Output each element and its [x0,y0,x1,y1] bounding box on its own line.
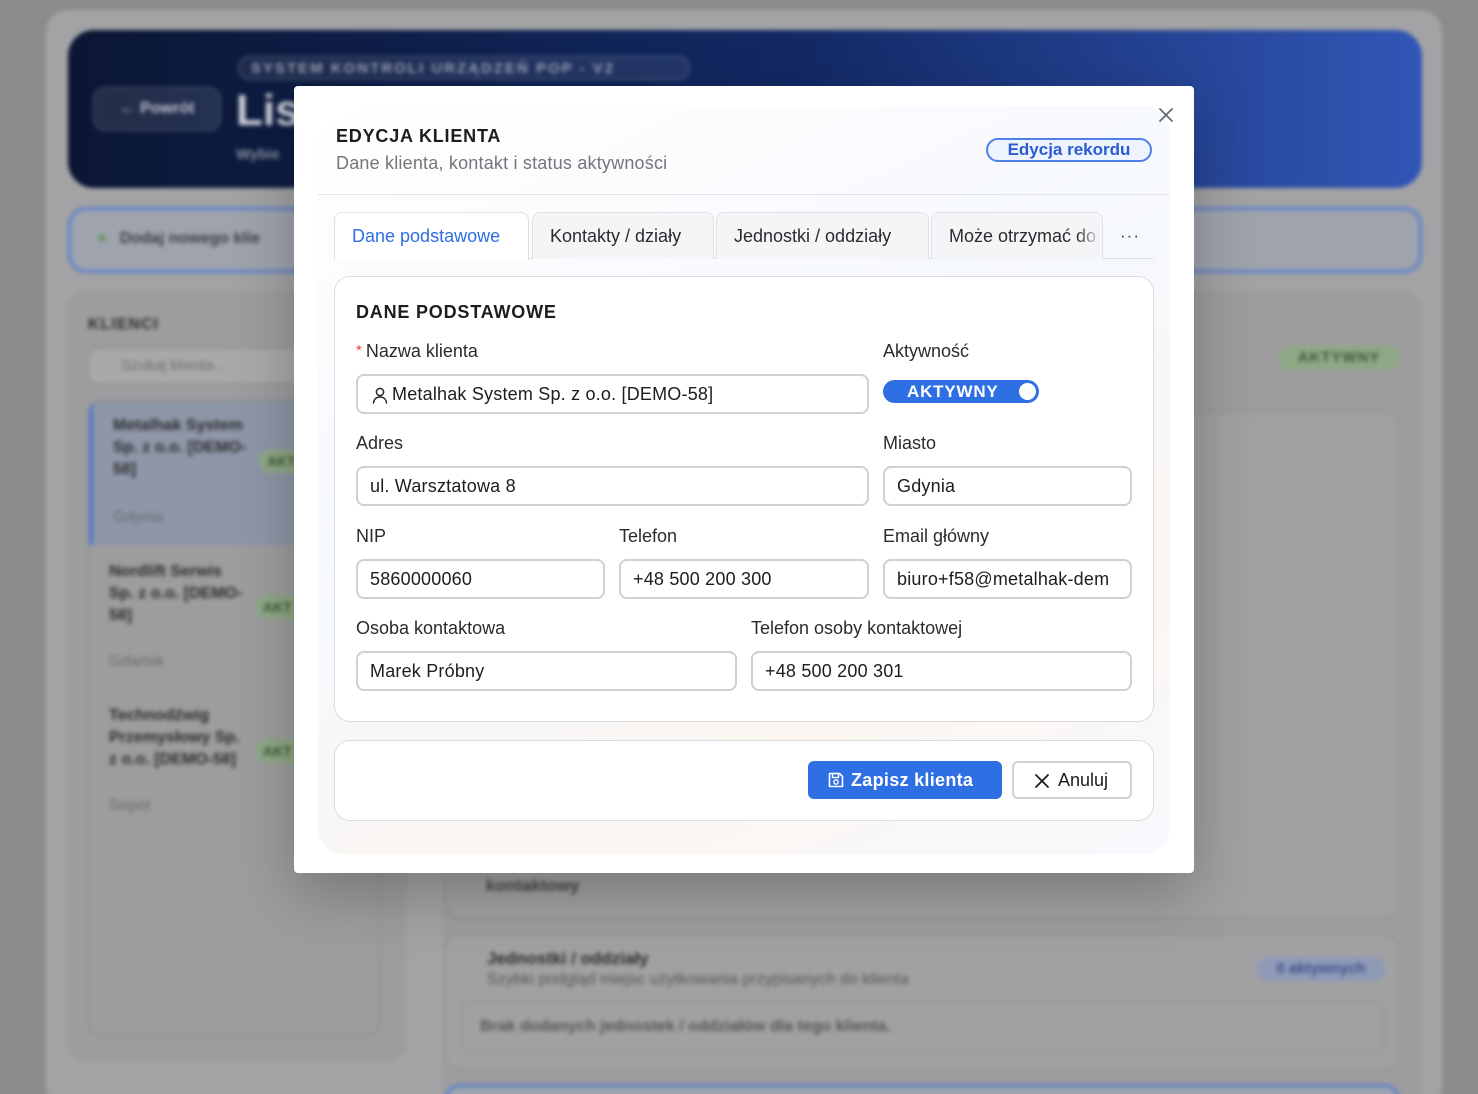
x-icon [1035,774,1049,788]
units-title: Jednostki / oddziały [487,949,649,968]
contact-person-input[interactable]: Marek Próbny [356,651,737,691]
contact-phone-label: Telefon osoby kontaktowej [751,618,963,638]
modal-title: EDYCJA KLIENTA [336,126,502,146]
tab-units[interactable]: Jednostki / oddziały [716,212,929,259]
next-card [444,1084,1400,1094]
cancel-button[interactable]: Anuluj [1012,761,1132,799]
nip-label: NIP [356,526,387,546]
edit-record-badge: Edycja rekordu [986,138,1152,162]
header-divider [318,194,1170,195]
client-name-label-text: Nazwa klienta [365,341,478,361]
tab-fade [1076,213,1102,259]
required-marker: * [356,342,362,359]
phone-label: Telefon [619,526,678,546]
add-client-label: Dodaj nowego klie [119,230,261,247]
activity-label: Aktywność [883,341,970,361]
tab-bar: Dane podstawowe Kontakty / działy Jednos… [334,212,1154,260]
address-input[interactable]: ul. Warsztatowa 8 [356,466,869,506]
save-client-button[interactable]: Zapisz klienta [808,761,1002,799]
clients-title: KLIENCI [88,316,159,333]
hero-title: Lis [236,86,300,135]
back-button[interactable]: ← Powrót [93,87,221,131]
nip-input[interactable]: 5860000060 [356,559,605,599]
tab-may-receive[interactable]: Może otrzymać do [931,212,1103,259]
phone-input[interactable]: +48 500 200 300 [619,559,869,599]
city-input[interactable]: Gdynia [883,466,1132,506]
contact-phone-input[interactable]: +48 500 200 301 [751,651,1132,691]
user-icon [372,387,388,404]
activity-toggle-text: AKTYWNY [907,382,999,401]
client-name: Technodźwig Przemysłowy Sp. z o.o. [DEMO… [109,707,240,768]
email-input[interactable]: biuro+f58@metalhak-dem [883,559,1132,599]
tab-contacts[interactable]: Kontakty / działy [532,212,714,259]
hero-subtitle: Wybie [236,146,280,163]
units-badge: 0 aktywnych [1257,957,1385,981]
contact-fragment: kontaktowy [486,876,580,895]
client-name: Nordlift Serwis Sp. z o.o. [DEMO-58] [109,563,243,624]
tab-basic-data[interactable]: Dane podstawowe [334,212,529,260]
toggle-knob [1019,383,1036,400]
units-empty-state: Brak dodanych jednostek / oddziałów dla … [461,1001,1385,1053]
save-client-label: Zapisz klienta [851,770,974,790]
client-name: Metalhak System Sp. z o.o. [DEMO-58] [113,417,247,478]
client-city: Sopot [109,797,151,814]
detail-status-badge: AKTYWNY [1278,346,1400,370]
email-label: Email główny [883,526,990,546]
close-icon[interactable] [1157,106,1175,124]
address-label: Adres [356,433,404,453]
more-icon[interactable]: ··· [1117,226,1143,248]
section-title: DANE PODSTAWOWE [356,302,557,322]
client-search-input[interactable]: Szukaj klienta... [88,348,308,384]
hero-tag: SYSTEM KONTROLI URZĄDZEŃ POP - V2 [238,56,690,80]
modal-subtitle: Dane klienta, kontakt i status aktywnośc… [336,153,668,173]
activity-toggle[interactable]: AKTYWNY [883,380,1039,403]
tab-may-receive-label: Może otrzymać do [949,226,1097,246]
units-card: Jednostki / oddziały Szybki podgląd miej… [444,934,1400,1070]
cancel-label: Anuluj [1058,770,1109,790]
plus-icon: + [97,230,107,247]
add-client-button[interactable]: + Dodaj nowego klie [97,230,260,248]
client-city: Gdynia [113,509,164,526]
units-subtitle: Szybki podgląd miejsc użytkowania przypi… [487,971,909,988]
client-city: Gdańsk [109,653,165,670]
save-icon [828,772,844,788]
client-name-input[interactable]: Metalhak System Sp. z o.o. [DEMO-58] [356,374,869,414]
client-name-label: * Nazwa klienta [356,341,478,362]
contact-person-label: Osoba kontaktowa [356,618,506,638]
city-label: Miasto [883,433,937,453]
back-label: Powrót [140,100,195,117]
